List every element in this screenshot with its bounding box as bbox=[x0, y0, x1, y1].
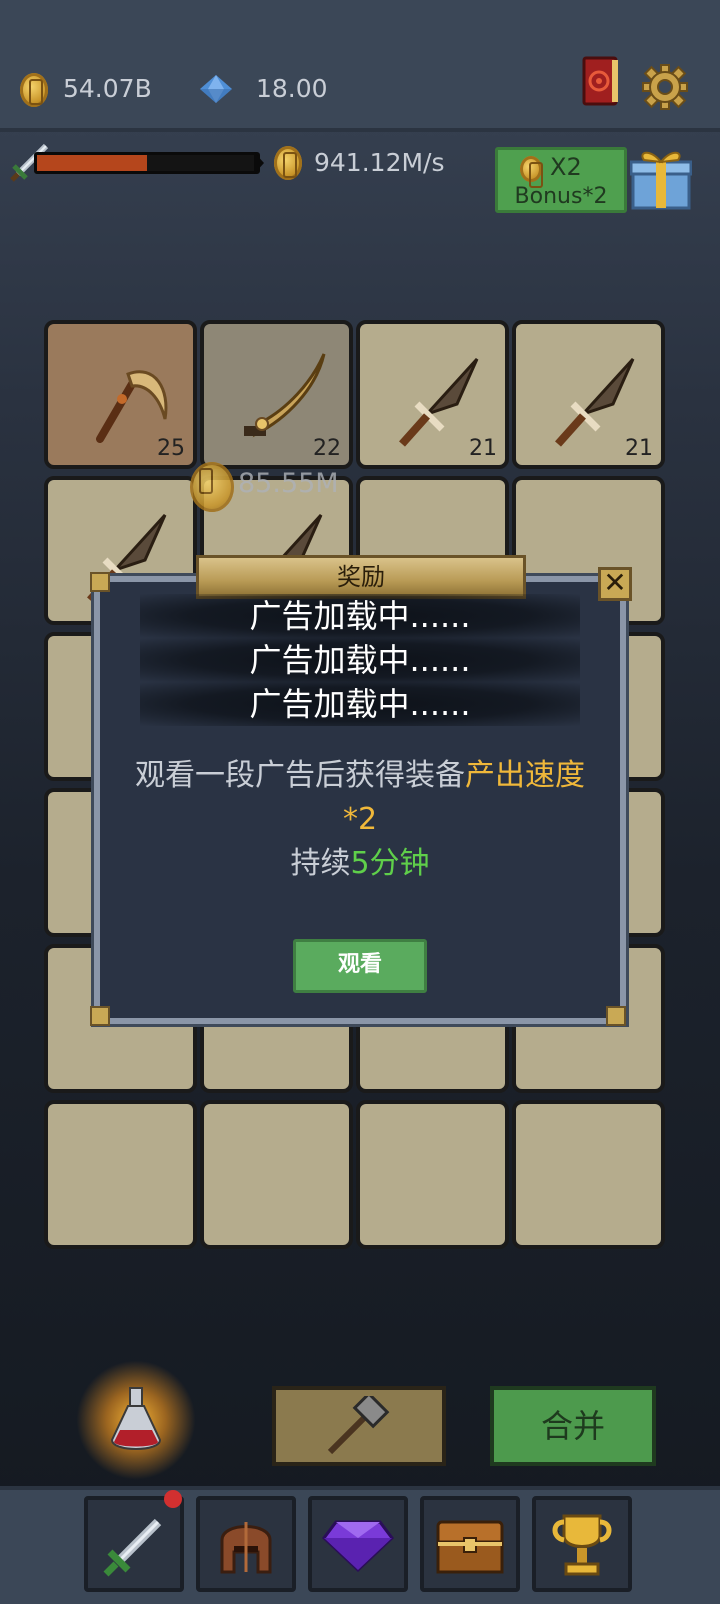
close-icon: ✕ bbox=[603, 566, 627, 599]
potion-icon[interactable] bbox=[106, 1384, 166, 1458]
grid-cell[interactable]: 25 bbox=[44, 320, 197, 469]
bonus-button[interactable]: X2 Bonus*2 bbox=[495, 147, 627, 213]
close-button[interactable]: ✕ bbox=[598, 567, 632, 601]
floating-coin-text: 85.55M bbox=[238, 468, 339, 499]
chest-icon bbox=[436, 1520, 504, 1574]
gem-icon bbox=[322, 1520, 394, 1572]
grid-cell[interactable] bbox=[44, 1100, 197, 1249]
nav-achievements[interactable] bbox=[532, 1496, 632, 1592]
bonus-multiplier: X2 bbox=[550, 153, 582, 181]
modal-title: 奖励 bbox=[196, 555, 526, 599]
duration-prefix: 持续 bbox=[290, 846, 351, 881]
modal-corner bbox=[90, 1006, 110, 1026]
nav-weapons[interactable] bbox=[84, 1496, 184, 1592]
coin-icon bbox=[20, 73, 48, 107]
modal-corner bbox=[606, 1006, 626, 1026]
nav-gems[interactable] bbox=[308, 1496, 408, 1592]
coin-icon bbox=[190, 462, 234, 512]
hammer-button[interactable] bbox=[272, 1386, 446, 1466]
item-level: 21 bbox=[469, 436, 497, 461]
merge-button[interactable]: 合并 bbox=[490, 1386, 656, 1466]
hammer-icon bbox=[327, 1396, 390, 1455]
gem-icon bbox=[200, 75, 232, 103]
ad-loading-text: 广告加载中...... bbox=[140, 594, 580, 638]
nav-armor[interactable] bbox=[196, 1496, 296, 1592]
gear-icon[interactable] bbox=[642, 64, 688, 110]
gift-icon[interactable] bbox=[630, 146, 692, 210]
item-level: 22 bbox=[313, 436, 341, 461]
progress-end-icon bbox=[254, 152, 264, 174]
income-progress-fill bbox=[37, 155, 147, 171]
modal-corner bbox=[90, 572, 110, 592]
coin-count: 54.07B bbox=[63, 74, 152, 103]
grid-cell[interactable]: 22 bbox=[200, 320, 353, 469]
trophy-icon bbox=[552, 1514, 612, 1576]
grid-cell[interactable] bbox=[512, 1100, 665, 1249]
grid-cell[interactable] bbox=[200, 1100, 353, 1249]
grid-cell[interactable]: 21 bbox=[512, 320, 665, 469]
grid-cell[interactable] bbox=[356, 1100, 509, 1249]
bonus-label: Bonus*2 bbox=[514, 184, 608, 209]
income-progress-bar bbox=[34, 152, 260, 174]
helmet-icon bbox=[220, 1522, 272, 1574]
notification-dot bbox=[164, 1490, 182, 1508]
nav-chest[interactable] bbox=[420, 1496, 520, 1592]
coin-icon bbox=[274, 146, 302, 180]
spellbook-icon[interactable] bbox=[582, 56, 620, 106]
desc-text: 观看一段广告后获得装备 bbox=[135, 758, 465, 793]
item-level: 25 bbox=[157, 436, 185, 461]
gem-count: 18.00 bbox=[256, 74, 328, 103]
ad-loading-text: 广告加载中...... bbox=[140, 638, 580, 682]
coin-icon bbox=[520, 156, 543, 188]
grid-cell[interactable]: 21 bbox=[356, 320, 509, 469]
item-level: 21 bbox=[625, 436, 653, 461]
watch-ad-button[interactable]: 观看 bbox=[293, 939, 427, 993]
income-rate: 941.12M/s bbox=[314, 148, 445, 177]
modal-description: 观看一段广告后获得装备产出速度*2 持续5分钟 bbox=[118, 754, 602, 886]
duration-value: 5分钟 bbox=[350, 846, 430, 881]
ad-loading-text: 广告加载中...... bbox=[140, 682, 580, 726]
sword-icon bbox=[103, 1518, 162, 1577]
